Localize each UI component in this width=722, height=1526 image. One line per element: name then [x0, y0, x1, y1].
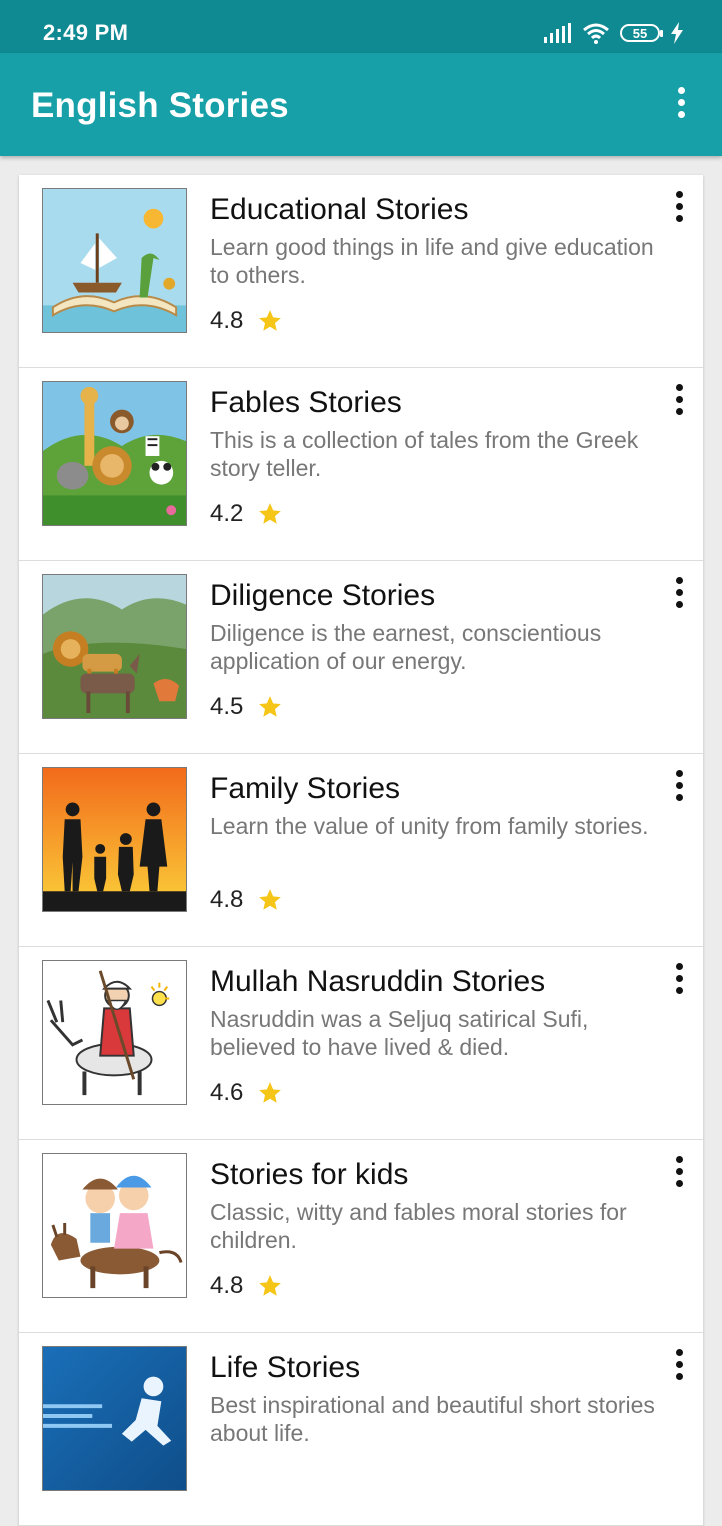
story-rating: 4.8 [210, 886, 283, 914]
rating-value: 4.8 [210, 1272, 244, 1299]
signal-icon [544, 23, 571, 43]
story-description: Nasruddin was a Seljuq satirical Sufi, b… [210, 1006, 589, 1060]
star-icon [259, 1082, 282, 1103]
star-icon [259, 310, 282, 331]
story-card-life[interactable]: Life Stories Best inspirational and beau… [19, 1333, 703, 1526]
more-vert-icon[interactable] [669, 384, 689, 424]
status-bar: 2:49 PM 55 [0, 0, 722, 53]
story-card-fables[interactable]: Fables Stories This is a collection of t… [19, 368, 703, 561]
story-title: Educational Stories [210, 193, 469, 226]
story-title: Diligence Stories [210, 579, 436, 612]
star-icon [259, 1275, 282, 1296]
story-description: Learn the value of unity from family sto… [210, 813, 649, 839]
status-time: 2:49 PM [43, 20, 129, 45]
story-card-kids[interactable]: Stories for kids Classic, witty and fabl… [19, 1140, 703, 1333]
story-title: Mullah Nasruddin Stories [210, 965, 546, 998]
star-icon [259, 503, 282, 524]
story-card-educational[interactable]: Educational Stories Learn good things in… [19, 175, 703, 368]
story-description: Best inspirational and beautiful short s… [210, 1392, 655, 1446]
rating-value: 4.5 [210, 693, 244, 720]
story-card-diligence[interactable]: Diligence Stories Diligence is the earne… [19, 561, 703, 754]
more-vert-icon[interactable] [669, 191, 689, 231]
rating-value: 4.8 [210, 307, 244, 334]
story-thumbnail [42, 1153, 187, 1298]
rating-value: 4.6 [210, 1079, 244, 1106]
more-vert-icon[interactable] [669, 1156, 689, 1196]
story-title: Family Stories [210, 772, 401, 805]
story-rating: 4.8 [210, 307, 283, 335]
story-thumbnail [42, 767, 187, 912]
rating-value: 4.8 [210, 886, 244, 913]
more-vert-icon[interactable] [669, 963, 689, 1003]
battery-icon: 55 [620, 24, 663, 42]
story-card-mullah-nasruddin[interactable]: Mullah Nasruddin Stories Nasruddin was a… [19, 947, 703, 1140]
charging-icon [671, 22, 683, 44]
story-rating: 4.2 [210, 500, 283, 528]
rating-value: 4.2 [210, 500, 244, 527]
story-rating: 4.8 [210, 1272, 283, 1300]
app-title: English Stories [31, 86, 289, 125]
story-rating: 4.5 [210, 693, 283, 721]
more-vert-icon[interactable] [669, 1349, 689, 1389]
story-title: Fables Stories [210, 386, 402, 419]
star-icon [259, 696, 282, 717]
story-card-family[interactable]: Family Stories Learn the value of unity … [19, 754, 703, 947]
story-description: This is a collection of tales from the G… [210, 427, 639, 481]
star-icon [259, 889, 282, 910]
story-title: Life Stories [210, 1351, 361, 1384]
story-description: Classic, witty and fables moral stories … [210, 1199, 627, 1253]
story-description: Diligence is the earnest, conscientious … [210, 620, 602, 674]
story-thumbnail [42, 1346, 187, 1491]
app-bar: English Stories [0, 53, 722, 156]
story-thumbnail [42, 574, 187, 719]
more-vert-icon[interactable] [669, 577, 689, 617]
story-title: Stories for kids [210, 1158, 409, 1191]
status-icons: 55 [544, 20, 684, 46]
story-description: Learn good things in life and give educa… [210, 234, 654, 288]
story-rating: 4.6 [210, 1079, 283, 1107]
wifi-icon [583, 23, 609, 44]
story-thumbnail [42, 188, 187, 333]
more-vert-icon[interactable] [666, 87, 696, 123]
story-list: Educational Stories Learn good things in… [19, 175, 703, 1526]
story-thumbnail [42, 381, 187, 526]
story-thumbnail [42, 960, 187, 1105]
more-vert-icon[interactable] [669, 770, 689, 810]
